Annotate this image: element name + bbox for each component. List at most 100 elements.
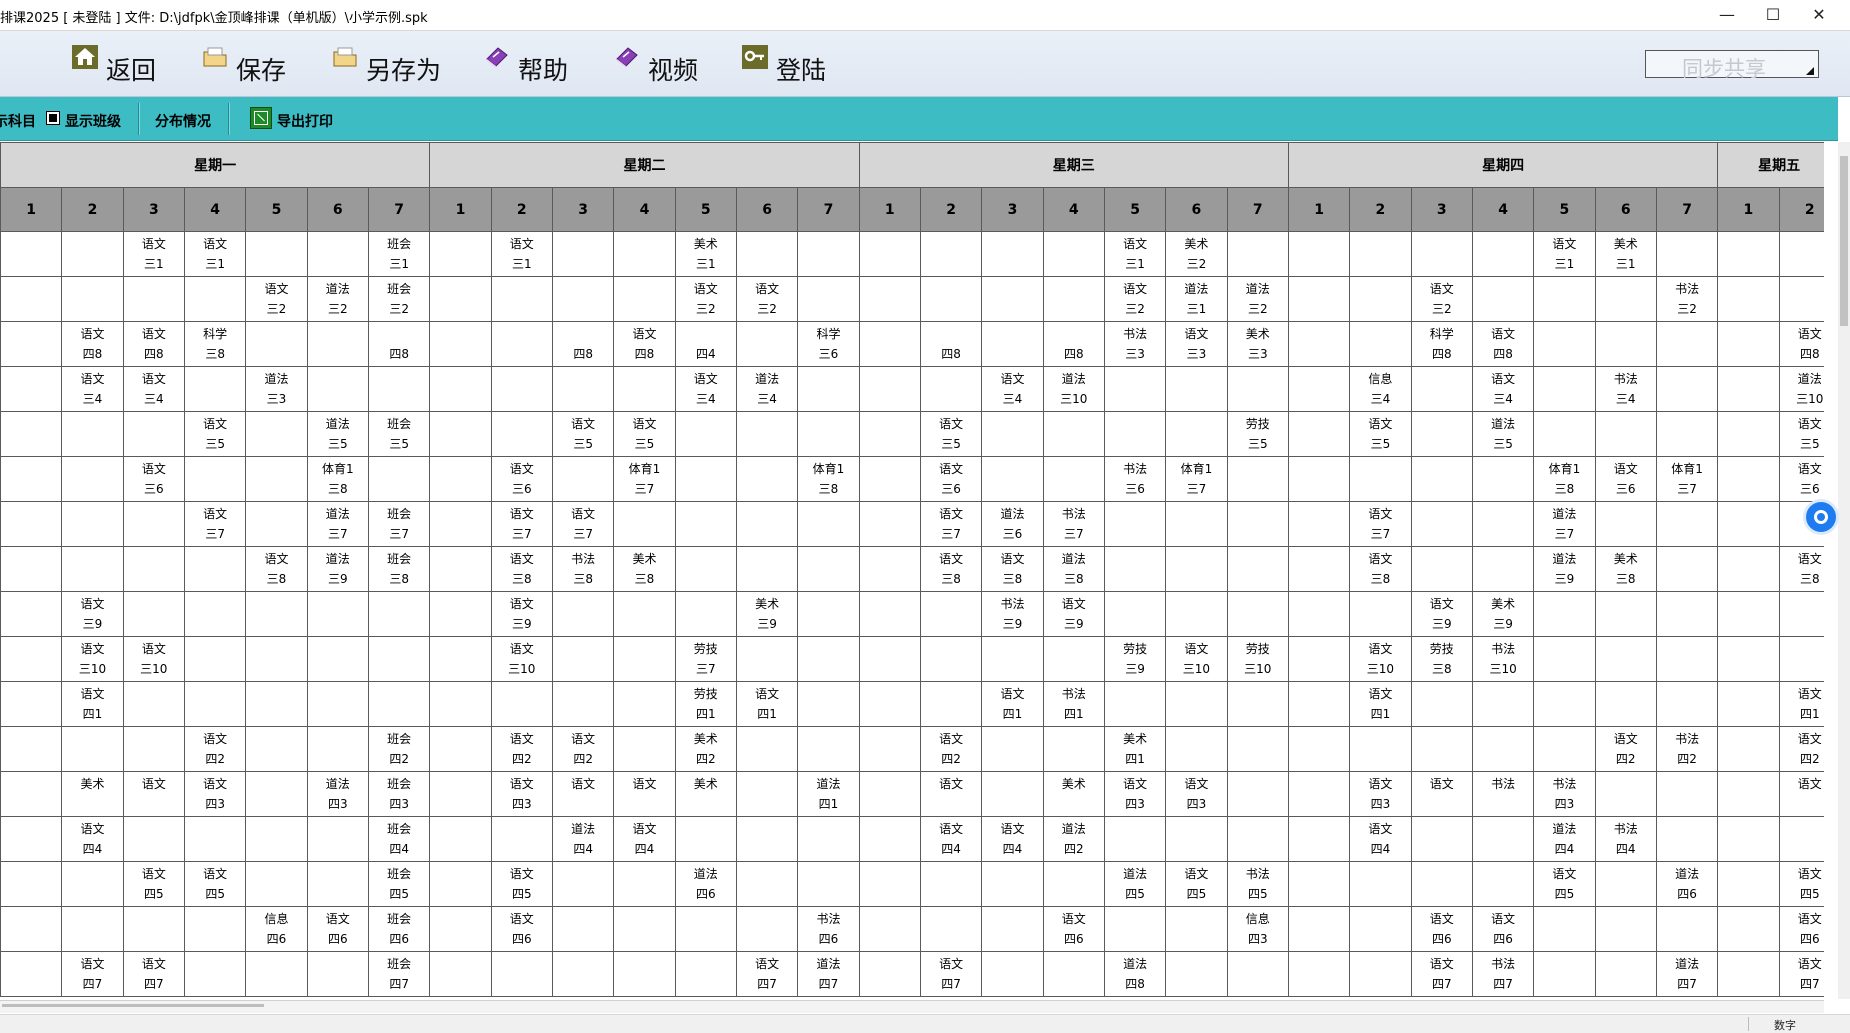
schedule-cell[interactable] — [1717, 861, 1780, 907]
schedule-cell[interactable] — [1655, 321, 1719, 367]
day-header[interactable]: 星期五 — [1717, 142, 1824, 188]
schedule-cell[interactable] — [858, 636, 921, 682]
schedule-cell[interactable] — [429, 951, 492, 997]
period-header[interactable]: 7 — [367, 187, 431, 232]
schedule-cell[interactable] — [61, 456, 124, 502]
schedule-cell[interactable]: 语文 三6 — [919, 456, 983, 502]
schedule-cell[interactable]: 语文 三2 — [1103, 276, 1167, 322]
period-header[interactable]: 3 — [551, 187, 615, 232]
schedule-cell[interactable] — [919, 681, 983, 727]
distribution-button[interactable]: 分布情况 — [155, 111, 211, 131]
schedule-cell[interactable] — [1717, 591, 1780, 637]
horizontal-scrollbar[interactable] — [0, 1000, 1824, 1013]
schedule-cell[interactable]: 语文 四2 — [919, 726, 983, 772]
schedule-cell[interactable]: 书法 — [1471, 771, 1535, 817]
schedule-cell[interactable]: 语文 四3 — [1349, 771, 1412, 817]
schedule-cell[interactable]: 语文 三9 — [490, 591, 553, 637]
schedule-cell[interactable]: 班会 四3 — [367, 771, 431, 817]
schedule-cell[interactable]: 体育1 三7 — [1655, 456, 1719, 502]
schedule-cell[interactable] — [490, 816, 553, 862]
schedule-cell[interactable] — [1042, 231, 1105, 277]
schedule-cell[interactable] — [1287, 591, 1351, 637]
schedule-cell[interactable] — [429, 861, 492, 907]
schedule-cell[interactable]: 语文 四5 — [1533, 861, 1596, 907]
schedule-cell[interactable] — [1410, 456, 1473, 502]
schedule-cell[interactable]: 语文 四1 — [61, 681, 124, 727]
schedule-cell[interactable] — [674, 816, 737, 862]
schedule-cell[interactable] — [1165, 951, 1228, 997]
schedule-cell[interactable] — [1349, 321, 1412, 367]
schedule-cell[interactable] — [367, 636, 431, 682]
schedule-cell[interactable]: 道法 三1 — [1165, 276, 1228, 322]
schedule-cell[interactable]: 语文 三2 — [674, 276, 737, 322]
schedule-cell[interactable] — [122, 681, 185, 727]
schedule-cell[interactable]: 语文 三8 — [1778, 546, 1824, 592]
schedule-cell[interactable] — [1778, 231, 1824, 277]
schedule-cell[interactable] — [674, 906, 737, 952]
schedule-cell[interactable] — [674, 456, 737, 502]
schedule-cell[interactable] — [1655, 636, 1719, 682]
schedule-cell[interactable] — [1165, 546, 1228, 592]
schedule-cell[interactable] — [919, 366, 983, 412]
schedule-cell[interactable]: 语文 — [613, 771, 676, 817]
schedule-cell[interactable] — [981, 861, 1044, 907]
schedule-cell[interactable] — [490, 411, 553, 457]
schedule-cell[interactable]: 语文 三4 — [981, 366, 1044, 412]
schedule-cell[interactable] — [245, 681, 308, 727]
schedule-cell[interactable] — [981, 456, 1044, 502]
schedule-cell[interactable] — [1226, 501, 1289, 547]
schedule-cell[interactable] — [858, 771, 921, 817]
schedule-cell[interactable] — [1349, 231, 1412, 277]
schedule-cell[interactable]: 语文 三4 — [61, 366, 124, 412]
schedule-cell[interactable]: 语文 三1 — [122, 231, 185, 277]
schedule-cell[interactable] — [306, 681, 369, 727]
schedule-cell[interactable] — [1717, 771, 1780, 817]
schedule-cell[interactable] — [1349, 591, 1412, 637]
schedule-cell[interactable] — [1349, 276, 1412, 322]
schedule-cell[interactable] — [797, 366, 860, 412]
schedule-cell[interactable] — [183, 816, 247, 862]
period-header[interactable]: 5 — [674, 187, 737, 232]
schedule-cell[interactable] — [1717, 951, 1780, 997]
schedule-cell[interactable]: 美术 三9 — [735, 591, 799, 637]
schedule-cell[interactable] — [429, 546, 492, 592]
schedule-cell[interactable]: 语文 三8 — [490, 546, 553, 592]
schedule-cell[interactable]: 语文 三4 — [1471, 366, 1535, 412]
schedule-cell[interactable] — [183, 276, 247, 322]
schedule-cell[interactable] — [919, 906, 983, 952]
schedule-cell[interactable]: 美术 三1 — [674, 231, 737, 277]
schedule-cell[interactable]: 科学 四8 — [1410, 321, 1473, 367]
schedule-cell[interactable]: 语文 三8 — [919, 546, 983, 592]
schedule-cell[interactable]: 语文 三2 — [1410, 276, 1473, 322]
schedule-cell[interactable] — [1594, 681, 1657, 727]
schedule-cell[interactable] — [1655, 681, 1719, 727]
schedule-cell[interactable]: 语文 四6 — [1042, 906, 1105, 952]
schedule-cell[interactable]: 书法 三7 — [1042, 501, 1105, 547]
schedule-cell[interactable] — [1655, 816, 1719, 862]
schedule-cell[interactable]: 书法 三8 — [551, 546, 615, 592]
schedule-cell[interactable] — [306, 726, 369, 772]
schedule-cell[interactable]: 道法 四3 — [306, 771, 369, 817]
schedule-cell[interactable] — [183, 636, 247, 682]
schedule-cell[interactable] — [1165, 366, 1228, 412]
schedule-cell[interactable] — [1103, 366, 1167, 412]
schedule-cell[interactable] — [183, 906, 247, 952]
schedule-cell[interactable] — [490, 951, 553, 997]
schedule-cell[interactable]: 语文 三5 — [1778, 411, 1824, 457]
schedule-cell[interactable] — [551, 951, 615, 997]
schedule-cell[interactable]: 信息 四3 — [1226, 906, 1289, 952]
schedule-cell[interactable] — [735, 546, 799, 592]
vertical-scrollbar[interactable] — [1838, 142, 1850, 999]
schedule-cell[interactable] — [245, 771, 308, 817]
schedule-cell[interactable] — [1165, 411, 1228, 457]
schedule-cell[interactable] — [1103, 501, 1167, 547]
schedule-cell[interactable] — [735, 726, 799, 772]
schedule-cell[interactable] — [1287, 636, 1351, 682]
schedule-cell[interactable] — [306, 861, 369, 907]
schedule-cell[interactable] — [1349, 951, 1412, 997]
schedule-cell[interactable]: 语文 三7 — [551, 501, 615, 547]
schedule-cell[interactable]: 书法 三6 — [1103, 456, 1167, 502]
schedule-cell[interactable]: 道法 四7 — [797, 951, 860, 997]
schedule-cell[interactable]: 劳技 四1 — [674, 681, 737, 727]
period-header[interactable]: 1 — [858, 187, 921, 232]
